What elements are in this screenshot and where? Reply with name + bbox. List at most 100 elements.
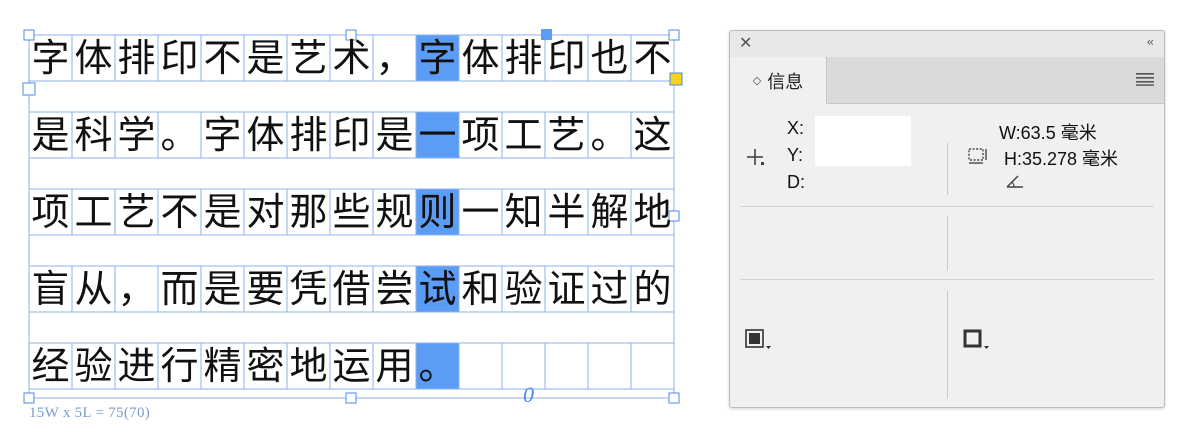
grid-character: 一 xyxy=(461,190,500,234)
divider xyxy=(947,216,948,271)
grid-character: 术 xyxy=(332,36,371,80)
grid-character: 排 xyxy=(504,36,543,80)
divider xyxy=(947,291,948,399)
text-line: 盲从，而是要凭借尝试和验证过的 xyxy=(29,266,674,312)
text-line: 经验进行精密地运用。 xyxy=(29,343,674,389)
text-line: 项工艺不是对那些规则一知半解地 xyxy=(29,189,674,235)
grid-character xyxy=(588,343,631,389)
grid-character: 这 xyxy=(633,113,672,157)
grid-character: 艺 xyxy=(289,36,328,80)
grid-character: 凭 xyxy=(289,267,328,311)
grid-character: 经 xyxy=(31,344,70,388)
selection-handle xyxy=(345,392,357,404)
grid-character: 印 xyxy=(332,113,371,157)
divider xyxy=(740,206,1154,207)
grid-character: 不 xyxy=(160,190,199,234)
stroke-swatch-icon[interactable] xyxy=(963,329,991,351)
grid-character: 地 xyxy=(289,344,328,388)
grid-character: ， xyxy=(375,36,414,80)
grid-character: 工 xyxy=(504,113,543,157)
grid-character: 规 xyxy=(375,190,414,234)
grid-character: 证 xyxy=(547,267,586,311)
angle-icon xyxy=(1006,175,1023,188)
grid-character: 验 xyxy=(504,267,543,311)
grid-character: 是 xyxy=(31,113,70,157)
grid-character: 过 xyxy=(590,267,629,311)
grid-character: 对 xyxy=(246,190,285,234)
fill-swatch-icon[interactable] xyxy=(745,329,773,351)
crosshair-icon xyxy=(747,149,764,165)
grid-character: 则 xyxy=(418,190,457,234)
selection-handle xyxy=(668,392,680,404)
grid-character: 是 xyxy=(203,190,242,234)
width-value: W:63.5 毫米 xyxy=(999,123,1097,143)
grid-character: 进 xyxy=(117,344,156,388)
grid-character: 知 xyxy=(504,190,543,234)
dimensions-icon xyxy=(968,148,987,164)
panel-menu-icon[interactable] xyxy=(1136,72,1154,86)
tab-info-label: 信息 xyxy=(767,71,804,93)
grid-character: 地 xyxy=(633,190,672,234)
grid-character: 体 xyxy=(246,113,285,157)
grid-character: 用 xyxy=(375,344,414,388)
grid-character: 。 xyxy=(160,113,199,157)
grid-character: 试 xyxy=(418,267,457,311)
grid-character: 科 xyxy=(74,113,113,157)
grid-character: 些 xyxy=(332,190,371,234)
grid-character: 艺 xyxy=(547,113,586,157)
d-label: D: xyxy=(787,172,805,192)
overset-count-mark: 0 xyxy=(523,382,534,407)
divider xyxy=(740,279,1154,280)
grid-character: 运 xyxy=(332,344,371,388)
grid-character xyxy=(631,343,674,389)
grid-character: 要 xyxy=(246,267,285,311)
grid-character: 借 xyxy=(332,267,371,311)
info-panel: ✕ ‹‹ ◇ 信息 X: Y: D: W:63.5 毫米 H:35.278 毫米 xyxy=(729,30,1165,408)
grid-character: 从 xyxy=(74,267,113,311)
grid-character: 是 xyxy=(203,267,242,311)
grid-character: 印 xyxy=(547,36,586,80)
grid-character: 那 xyxy=(289,190,328,234)
grid-character: 半 xyxy=(547,190,586,234)
grid-character: 一 xyxy=(418,113,457,157)
grid-character: 项 xyxy=(31,190,70,234)
grid-character: 体 xyxy=(461,36,500,80)
grid-character: 不 xyxy=(633,36,672,80)
grid-character: 排 xyxy=(117,36,156,80)
grid-character: 体 xyxy=(74,36,113,80)
grid-character: 排 xyxy=(289,113,328,157)
grid-character xyxy=(545,343,588,389)
grid-character: 不 xyxy=(203,36,242,80)
text-line: 是科学。字体排印是一项工艺。这 xyxy=(29,112,674,158)
grid-count-label: 15W x 5L = 75(70) xyxy=(29,405,151,421)
text-line: 字体排印不是艺术，字体排印也不 xyxy=(29,35,674,81)
grid-character: 也 xyxy=(590,36,629,80)
grid-character: ， xyxy=(117,267,156,311)
grid-character: 验 xyxy=(74,344,113,388)
grid-character: 而 xyxy=(160,267,199,311)
grid-character: 项 xyxy=(461,113,500,157)
close-icon[interactable]: ✕ xyxy=(739,34,752,52)
grid-character: 学 xyxy=(117,113,156,157)
grid-character: 。 xyxy=(418,344,457,388)
grid-character: 。 xyxy=(590,113,629,157)
grid-character: 工 xyxy=(74,190,113,234)
position-readout-mask xyxy=(815,116,911,166)
grid-character xyxy=(459,343,502,389)
x-label: X: xyxy=(787,118,805,138)
grid-character: 尝 xyxy=(375,267,414,311)
grid-character: 和 xyxy=(461,267,500,311)
height-value: H:35.278 毫米 xyxy=(1004,149,1119,169)
frame-grid[interactable]: 字体排印不是艺术，字体排印也不是科学。字体排印是一项工艺。这项工艺不是对那些规则… xyxy=(22,29,683,421)
selection-handle xyxy=(23,392,35,404)
panel-title-bar: ✕ ‹‹ xyxy=(730,31,1164,57)
divider xyxy=(947,143,948,195)
grid-character: 盲 xyxy=(31,267,70,311)
grid-character: 的 xyxy=(633,267,672,311)
grid-character: 是 xyxy=(375,113,414,157)
tab-info[interactable]: ◇ 信息 xyxy=(730,57,827,104)
in-port-handle xyxy=(22,82,36,96)
collapse-icon[interactable]: ‹‹ xyxy=(1146,35,1153,49)
grid-character: 字 xyxy=(418,36,457,80)
grid-character: 字 xyxy=(31,36,70,80)
